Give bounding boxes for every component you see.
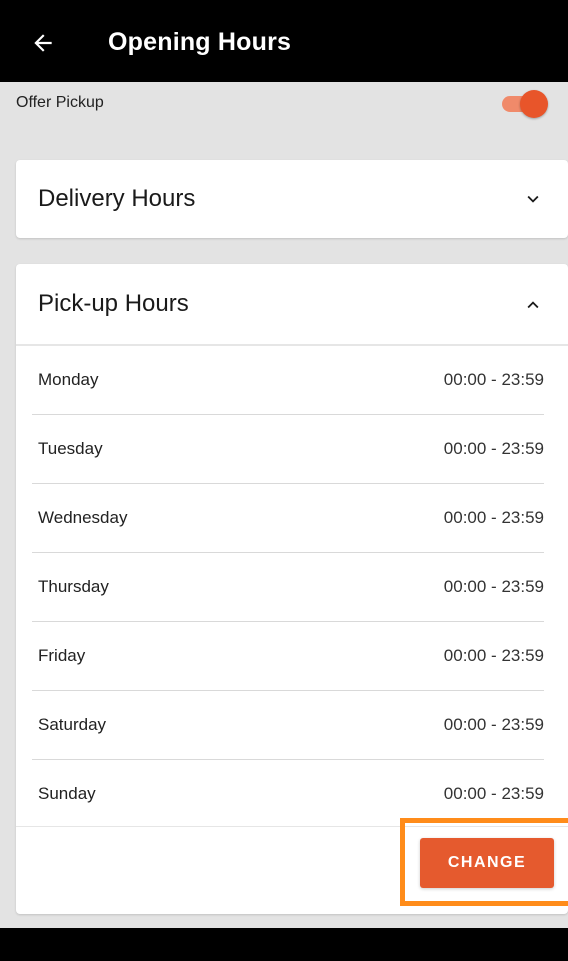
time-range: 00:00 - 23:59 <box>443 508 544 527</box>
day-label: Saturday <box>38 715 107 734</box>
app-bar: Opening Hours <box>0 0 568 82</box>
screen: Opening Hours Offer Pickup Delivery Hour… <box>0 0 568 961</box>
day-label: Sunday <box>38 784 96 803</box>
day-label: Wednesday <box>38 508 128 527</box>
hours-row-saturday: Saturday 00:00 - 23:59 <box>32 691 544 760</box>
time-range: 00:00 - 23:59 <box>443 646 544 665</box>
chevron-down-icon <box>527 195 539 203</box>
content-area: Offer Pickup Delivery Hours Pick-up Hour… <box>0 82 568 928</box>
offer-pickup-toggle[interactable] <box>500 90 550 118</box>
delivery-hours-title: Delivery Hours <box>38 185 196 212</box>
delivery-hours-card: Delivery Hours <box>16 160 568 238</box>
pickup-hours-card: Pick-up Hours Monday 00:00 - 23:59 Tuesd… <box>16 264 568 914</box>
day-label: Tuesday <box>38 439 103 458</box>
pickup-hours-list: Monday 00:00 - 23:59 Tuesday 00:00 - 23:… <box>32 346 544 829</box>
page-title: Opening Hours <box>108 28 292 56</box>
delivery-hours-header[interactable]: Delivery Hours <box>16 160 568 238</box>
time-range: 00:00 - 23:59 <box>443 784 544 803</box>
day-label: Monday <box>38 370 99 389</box>
toggle-knob <box>520 90 548 118</box>
arrow-left-icon <box>34 34 52 52</box>
day-label: Friday <box>38 646 86 665</box>
chevron-up-icon <box>527 301 539 309</box>
time-range: 00:00 - 23:59 <box>443 370 544 389</box>
hours-row-friday: Friday 00:00 - 23:59 <box>32 622 544 691</box>
hours-row-monday: Monday 00:00 - 23:59 <box>32 346 544 415</box>
offer-pickup-row: Offer Pickup <box>0 82 568 128</box>
offer-pickup-label: Offer Pickup <box>16 94 104 111</box>
pickup-hours-header[interactable]: Pick-up Hours <box>16 264 568 344</box>
change-button[interactable]: CHANGE <box>420 838 554 888</box>
hours-row-tuesday: Tuesday 00:00 - 23:59 <box>32 415 544 484</box>
back-button[interactable] <box>26 26 60 60</box>
bottom-bar <box>0 928 568 961</box>
time-range: 00:00 - 23:59 <box>443 439 544 458</box>
hours-row-thursday: Thursday 00:00 - 23:59 <box>32 553 544 622</box>
hours-row-wednesday: Wednesday 00:00 - 23:59 <box>32 484 544 553</box>
pickup-hours-title: Pick-up Hours <box>38 290 189 317</box>
time-range: 00:00 - 23:59 <box>443 715 544 734</box>
day-label: Thursday <box>38 577 109 596</box>
time-range: 00:00 - 23:59 <box>443 577 544 596</box>
